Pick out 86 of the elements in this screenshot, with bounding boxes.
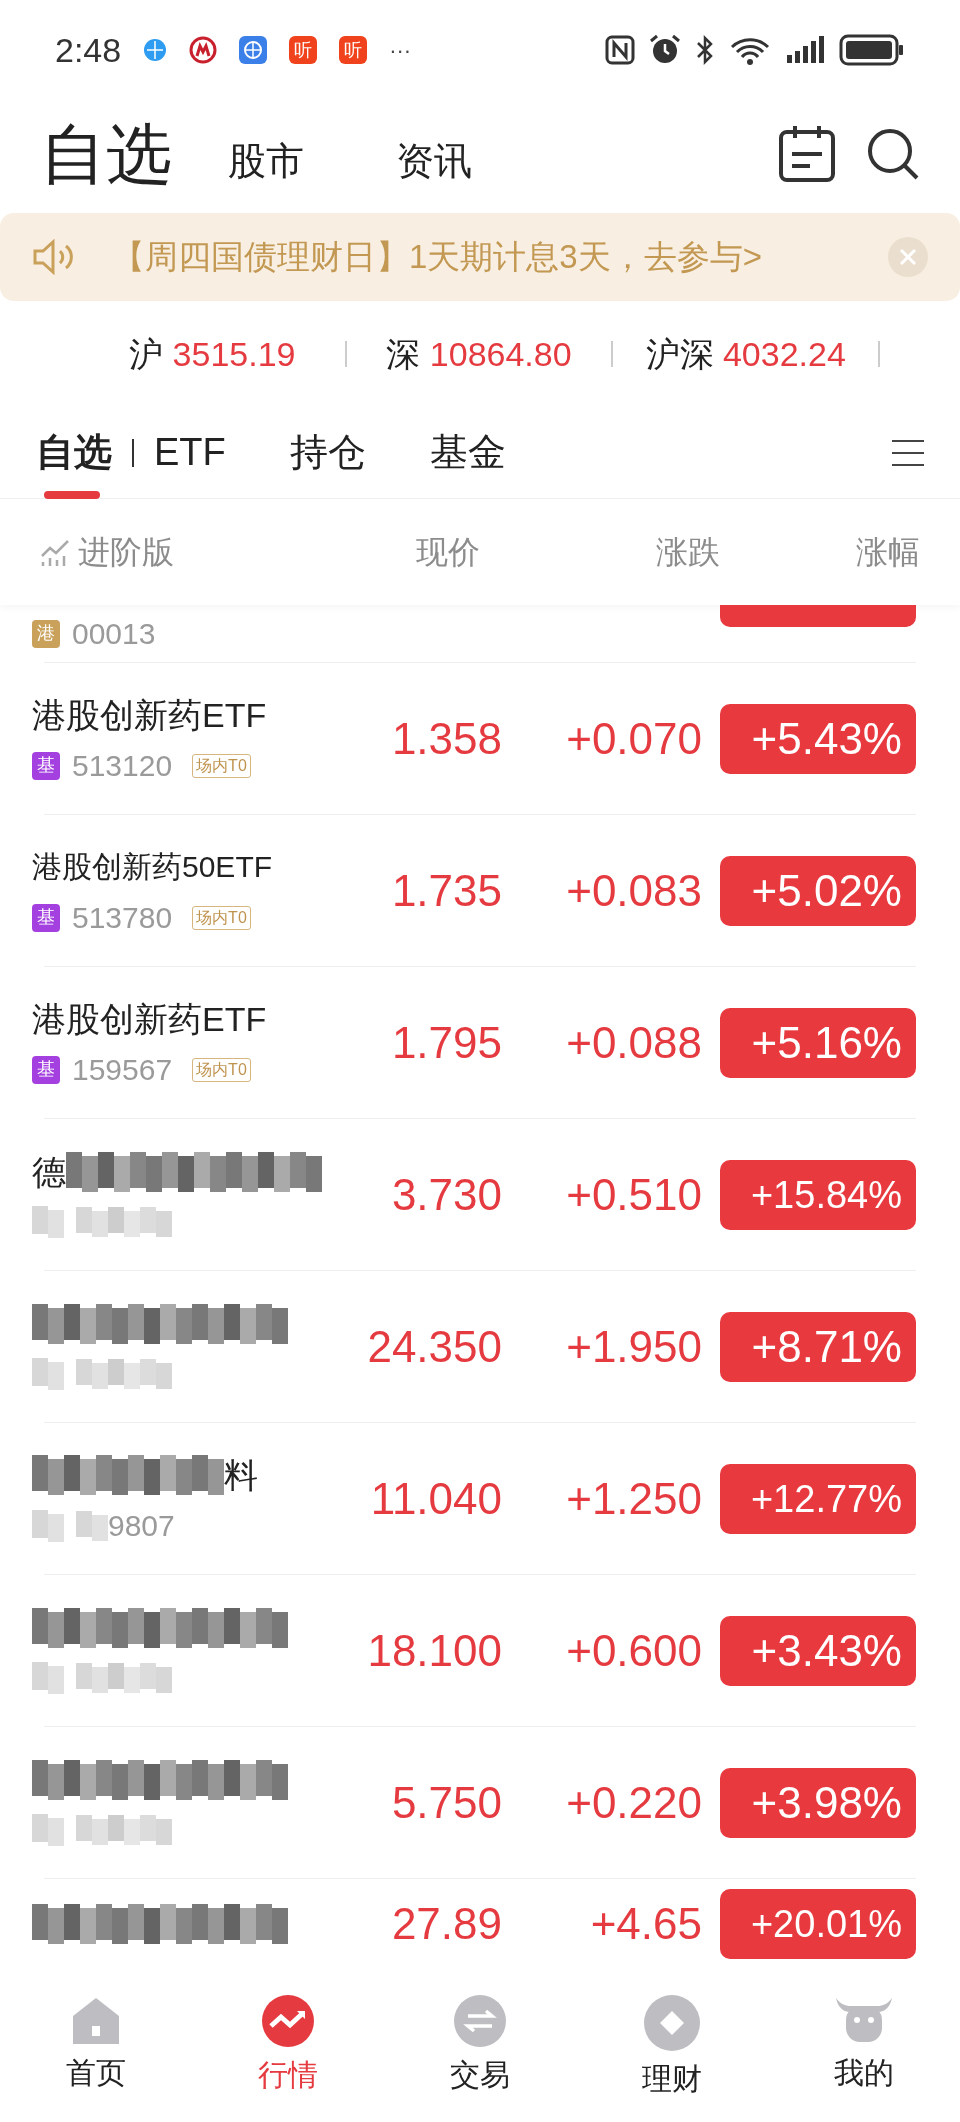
index-quote[interactable]: 深 10864.80 (346, 328, 612, 380)
price-text: 18.100 (366, 1624, 502, 1677)
change-percent-badge: +5.02% (720, 855, 916, 926)
menu-icon[interactable] (892, 438, 924, 467)
change-text: +1.250 (565, 1472, 702, 1525)
market-badge: 基 (32, 903, 60, 932)
header-tab[interactable]: 资讯 (396, 132, 472, 190)
stock-name: 德 (32, 1151, 66, 1192)
stock-code: 159567 (72, 1052, 173, 1087)
change-percent-badge: +15.84% (720, 1159, 916, 1230)
banner-text: 【周四国债理财日】1天期计息3天，去参与> (112, 237, 763, 278)
blurred-text (32, 1813, 64, 1846)
change-text: +4.65 (589, 1898, 702, 1950)
index-quote[interactable]: 沪深 4032.24 (613, 328, 878, 380)
header-tab[interactable]: 股市 (228, 132, 304, 190)
clock-time: 2:48 (55, 29, 122, 71)
nav-tab[interactable]: 我的 (768, 1994, 960, 2095)
list-tab[interactable]: 自选 (36, 406, 112, 499)
blurred-text (32, 1357, 64, 1390)
change-text: +0.083 (565, 864, 702, 917)
change-percent-badge: +5.43% (720, 703, 916, 774)
blurred-text (32, 1661, 64, 1694)
alarm-icon (649, 34, 681, 66)
index-quote[interactable]: 沪 3515.19 (80, 328, 345, 380)
logo-icon (189, 36, 218, 64)
globe-icon (143, 38, 168, 62)
nav-tab[interactable]: 交易 (384, 1994, 576, 2097)
price-text: 3.730 (390, 1168, 502, 1221)
stock-name: 港股创新药ETF (32, 694, 268, 735)
change-percent-badge: +3.98% (720, 1767, 916, 1838)
nav-tab[interactable]: 首页 (0, 1994, 192, 2095)
app-icon: 听 (289, 36, 318, 64)
blurred-text (32, 1509, 64, 1542)
nav-tab[interactable]: 理财 (576, 1994, 768, 2101)
nav-tab[interactable]: 行情 (192, 1994, 384, 2097)
trading-tag: 场内T0 (192, 905, 251, 930)
wifi-icon (729, 35, 771, 65)
page-title: 自选 (40, 115, 172, 193)
price-text: 1.735 (390, 864, 502, 917)
notepad-icon[interactable] (778, 124, 836, 184)
price-text: 11.040 (369, 1472, 502, 1525)
list-tab[interactable]: 持仓 (289, 406, 366, 499)
market-badge: 基 (32, 1055, 60, 1084)
more-notifications: ··· (389, 36, 412, 65)
stock-code: 513780 (72, 900, 173, 935)
list-tab[interactable]: 基金 (429, 406, 506, 499)
app-icon: 听 (339, 36, 368, 64)
stock-name: 港股创新药50ETF (32, 848, 274, 885)
exchange-icon (453, 1994, 507, 2048)
price-text: 1.795 (390, 1016, 502, 1069)
price-text: 24.350 (366, 1320, 502, 1373)
blurred-text (32, 1205, 64, 1238)
stock-code: 9807 (108, 1508, 175, 1543)
stock-name: 港股创新药ETF (32, 998, 268, 1039)
change-text: +0.070 (565, 712, 702, 765)
blurred-text (76, 1510, 108, 1541)
price-text: 5.750 (390, 1776, 502, 1829)
market-badge: 基 (32, 751, 60, 780)
stock-code: 513120 (72, 748, 173, 783)
battery-icon (839, 34, 905, 66)
globe-icon (239, 36, 268, 64)
nfc-icon (605, 35, 635, 65)
trend-chart-icon (261, 1994, 315, 2048)
change-text: +0.600 (565, 1624, 702, 1677)
change-percent-badge: +20.01% (720, 1889, 916, 1959)
price-text: 1.358 (390, 712, 502, 765)
change-text: +0.510 (565, 1168, 702, 1221)
signal-icon (785, 35, 825, 65)
change-percent-badge: +12.77% (720, 1463, 916, 1534)
change-percent-badge: +3.43% (720, 1615, 916, 1686)
list-tab[interactable]: ETF (154, 406, 226, 499)
bluetooth-icon (695, 35, 715, 65)
price-text: 27.89 (390, 1898, 502, 1950)
stock-name: 料 (224, 1454, 258, 1495)
trading-tag: 场内T0 (192, 753, 251, 778)
chart-icon (40, 538, 70, 566)
stock-code: 00013 (72, 616, 156, 652)
change-percent-badge: +5.16% (720, 1007, 916, 1078)
change-percent-badge: +8.71% (720, 1311, 916, 1382)
speaker-icon (32, 239, 76, 275)
trading-tag: 场内T0 (192, 1057, 251, 1082)
change-text: +0.220 (565, 1776, 702, 1829)
search-icon[interactable] (866, 127, 920, 181)
change-text: +1.950 (565, 1320, 702, 1373)
market-badge: 港 (32, 619, 60, 648)
change-text: +0.088 (565, 1016, 702, 1069)
